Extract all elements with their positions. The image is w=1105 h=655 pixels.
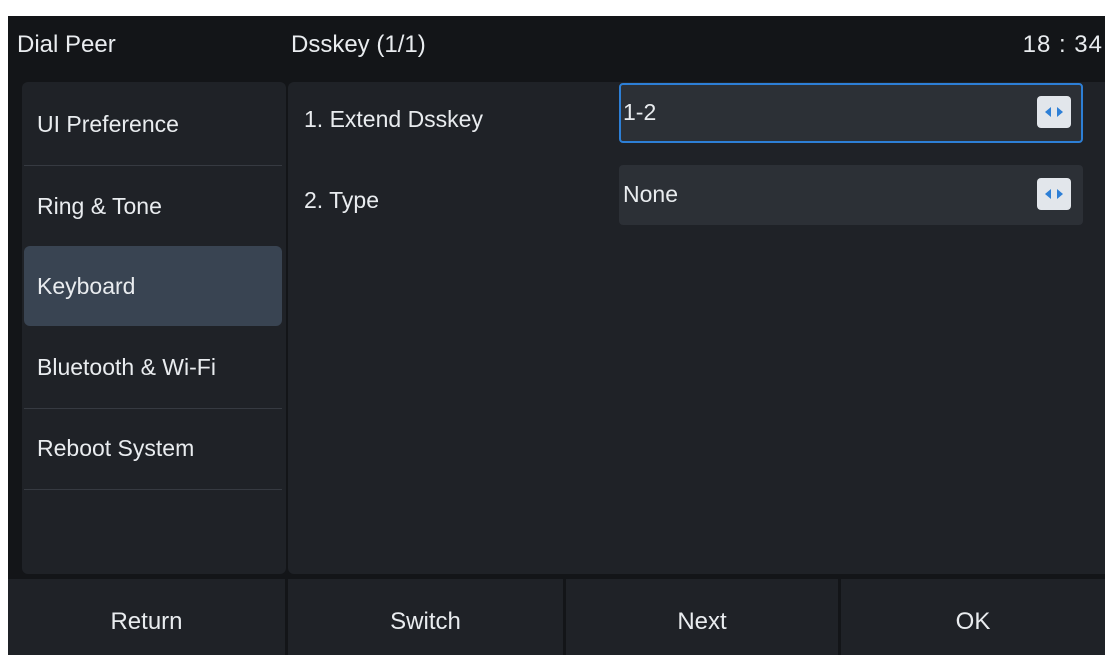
phone-screen: Dial Peer Dsskey (1/1) 18 : 34 UI Prefer…: [8, 16, 1105, 655]
type-label: 2. Type: [304, 187, 380, 213]
settings-content: 1. Extend Dsskey 1-2 2. Type None: [288, 82, 1105, 574]
switch-button[interactable]: Switch: [288, 579, 563, 655]
type-field[interactable]: None: [619, 165, 1083, 225]
status-header: Dial Peer Dsskey (1/1) 18 : 34: [8, 16, 1105, 76]
sidebar-item-bluetooth-wifi[interactable]: Bluetooth & Wi-Fi: [24, 327, 282, 407]
sidebar-item-label: UI Preference: [37, 111, 179, 137]
left-right-arrow-icon[interactable]: [1037, 178, 1071, 210]
sidebar-item-ui-preference[interactable]: UI Preference: [24, 84, 282, 164]
page-title: Dsskey (1/1): [291, 31, 426, 58]
softkey-bar: Return Switch Next OK: [8, 579, 1105, 655]
ok-button[interactable]: OK: [841, 579, 1105, 655]
extend-dsskey-field[interactable]: 1-2: [619, 83, 1083, 143]
sidebar-item-keyboard[interactable]: Keyboard: [24, 246, 282, 326]
sidebar-item-reboot-system[interactable]: Reboot System: [24, 408, 282, 488]
clock: 18 : 34: [1022, 31, 1103, 58]
app-title: Dial Peer: [17, 31, 116, 58]
sidebar-item-label: Bluetooth & Wi-Fi: [37, 354, 216, 380]
sidebar-item-label: Ring & Tone: [37, 193, 162, 219]
extend-dsskey-value: 1-2: [623, 99, 657, 125]
extend-dsskey-label: 1. Extend Dsskey: [304, 106, 483, 132]
return-button[interactable]: Return: [8, 579, 285, 655]
sidebar-item-label: Keyboard: [37, 273, 136, 299]
left-right-arrow-icon[interactable]: [1037, 96, 1071, 128]
sidebar-item-label: Reboot System: [37, 435, 195, 461]
sidebar-item-ring-tone[interactable]: Ring & Tone: [24, 166, 282, 246]
settings-sidebar: UI Preference Ring & Tone Keyboard Bluet…: [22, 82, 286, 574]
type-value: None: [623, 181, 678, 207]
sidebar-divider: [24, 489, 282, 490]
next-button[interactable]: Next: [566, 579, 838, 655]
